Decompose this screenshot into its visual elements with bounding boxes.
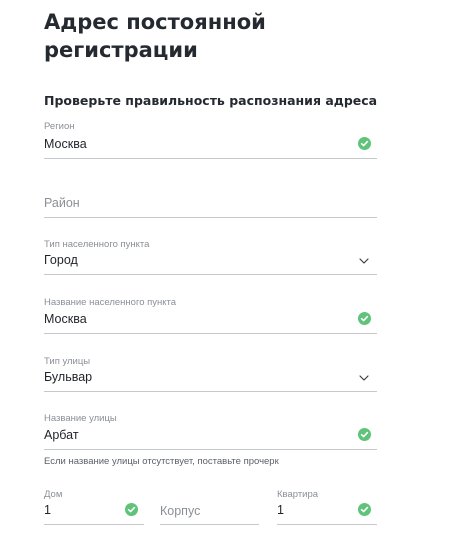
street-type-label: Тип улицы (44, 356, 91, 367)
house-label: Дом (44, 489, 63, 500)
street-type-value: Бульвар (44, 370, 93, 384)
settlement-type-label: Тип населенного пункта (44, 239, 150, 250)
settlement-type-value: Город (44, 253, 78, 267)
settlement-name-label: Название населенного пункта (44, 297, 177, 308)
check-circle-icon (125, 503, 138, 516)
settlement-type-select[interactable]: Тип населенного пункта Город (44, 239, 377, 275)
settlement-name-field[interactable]: Название населенного пункта Москва (44, 297, 377, 334)
building-placeholder: Корпус (160, 504, 201, 518)
building-field[interactable]: Корпус (160, 489, 259, 525)
street-hint: Если название улицы отсутствует, поставь… (44, 456, 279, 467)
check-circle-icon (358, 137, 371, 150)
district-placeholder: Район (44, 196, 80, 210)
street-type-select[interactable]: Тип улицы Бульвар (44, 356, 377, 392)
street-name-field[interactable]: Название улицы Арбат (44, 413, 377, 450)
street-name-value: Арбат (44, 428, 79, 442)
check-circle-icon (358, 312, 371, 325)
settlement-name-value: Москва (44, 312, 87, 326)
street-name-label: Название улицы (44, 413, 117, 424)
house-field[interactable]: Дом 1 (44, 489, 144, 525)
page-title: Адрес постоянной регистрации (44, 10, 266, 62)
region-label: Регион (44, 121, 75, 132)
apartment-value: 1 (277, 503, 284, 517)
chevron-down-icon[interactable] (359, 258, 369, 264)
apartment-label: Квартира (277, 489, 319, 500)
region-field[interactable]: Регион Москва (44, 121, 377, 159)
district-field[interactable]: Район (44, 190, 377, 218)
house-value: 1 (44, 503, 51, 517)
apartment-field[interactable]: Квартира 1 (277, 489, 377, 525)
section-title: Проверьте правильность распознания адрес… (44, 93, 378, 108)
check-circle-icon (358, 428, 371, 441)
region-value: Москва (44, 137, 87, 151)
chevron-down-icon[interactable] (359, 375, 369, 381)
check-circle-icon (358, 503, 371, 516)
